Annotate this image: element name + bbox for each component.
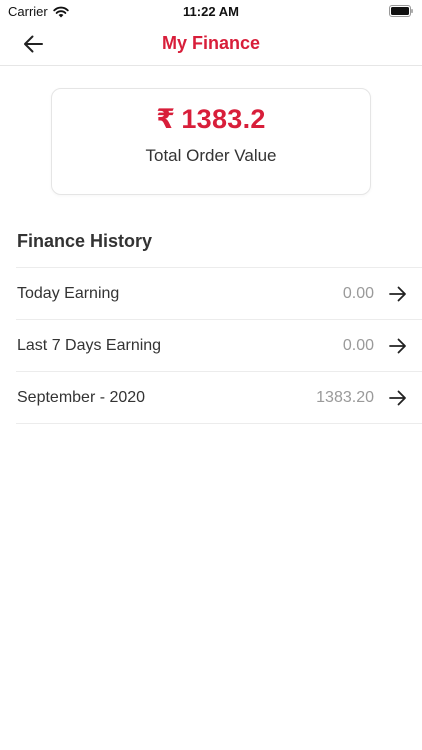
navigation-bar: My Finance bbox=[0, 22, 422, 66]
status-time: 11:22 AM bbox=[183, 4, 239, 19]
arrow-right-icon bbox=[388, 388, 408, 408]
total-order-value-label: Total Order Value bbox=[145, 146, 277, 165]
row-label: Today Earning bbox=[17, 285, 120, 302]
row-value: 0.00 bbox=[342, 285, 374, 302]
battery-icon bbox=[389, 5, 413, 17]
finance-history-list: Today Earning 0.00 Last 7 Days Earning 0… bbox=[16, 267, 422, 424]
history-row-last-7-days[interactable]: Last 7 Days Earning 0.00 bbox=[16, 320, 422, 372]
history-row-today[interactable]: Today Earning 0.00 bbox=[16, 268, 422, 320]
arrow-right-icon bbox=[388, 284, 408, 304]
total-amount: ₹1383.2 bbox=[52, 104, 370, 135]
status-bar: Carrier 11:22 AM bbox=[0, 0, 422, 22]
currency-symbol: ₹ bbox=[156, 104, 176, 134]
row-value: 1383.20 bbox=[316, 389, 374, 406]
amount-value: 1383.2 bbox=[181, 104, 266, 134]
row-label: Last 7 Days Earning bbox=[17, 337, 162, 354]
row-value: 0.00 bbox=[342, 337, 374, 354]
row-label: September - 2020 bbox=[17, 389, 146, 406]
arrow-right-icon bbox=[388, 336, 408, 356]
history-row-september-2020[interactable]: September - 2020 1383.20 bbox=[16, 372, 422, 424]
total-order-value-card: ₹1383.2 Total Order Value bbox=[51, 88, 371, 195]
finance-history-heading: Finance History bbox=[17, 231, 153, 251]
page-title: My Finance bbox=[161, 33, 261, 53]
